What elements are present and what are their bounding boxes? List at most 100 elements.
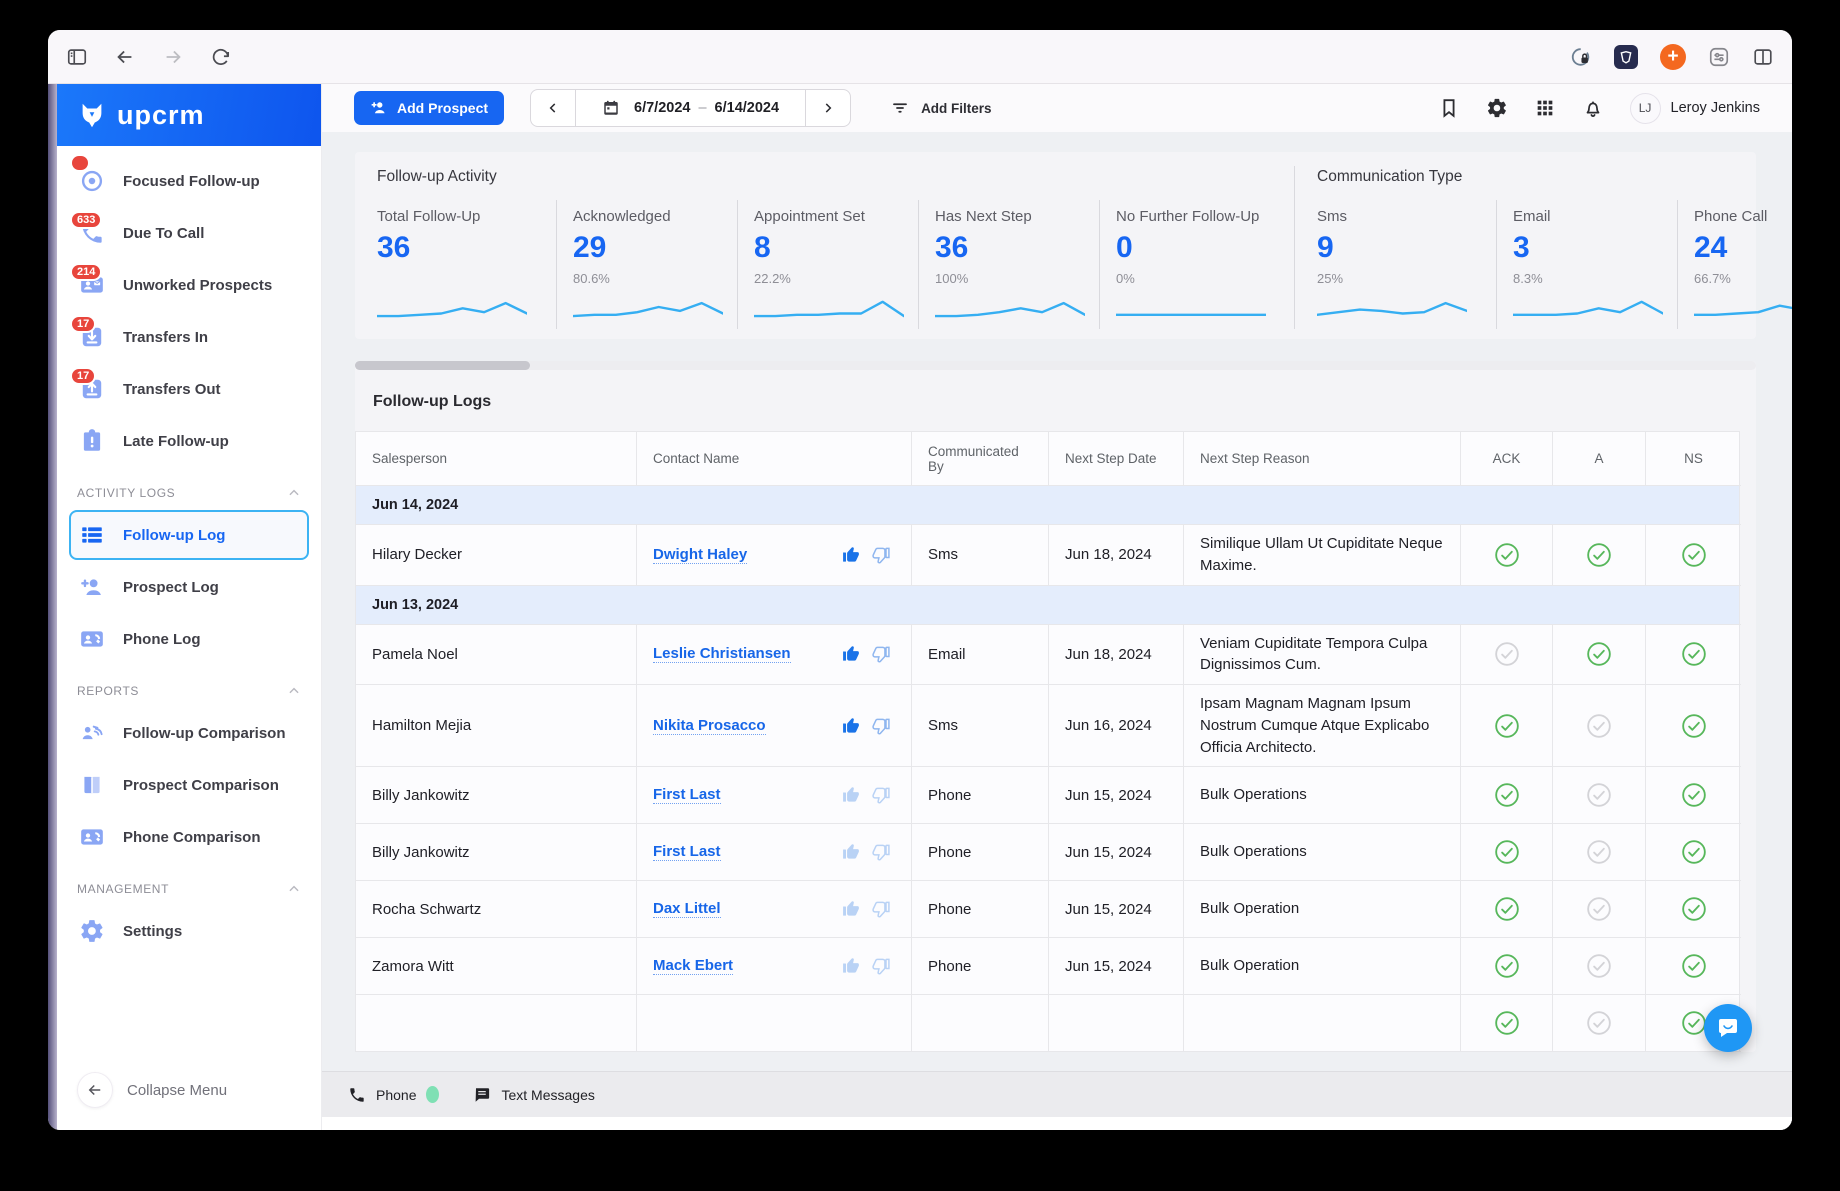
- sidebar-section-management[interactable]: MANAGEMENT: [67, 864, 311, 904]
- check-circle-green-icon: [1494, 542, 1520, 568]
- gear-icon[interactable]: [1486, 97, 1508, 119]
- user-menu[interactable]: LJ Leroy Jenkins: [1630, 93, 1760, 124]
- salesperson-cell: [356, 995, 637, 1052]
- stat-label: Phone Call: [1694, 208, 1792, 225]
- followup-logs-panel: Follow-up Logs SalespersonContact NameCo…: [355, 361, 1756, 1052]
- contact-link[interactable]: First Last: [653, 843, 721, 861]
- split-view-icon[interactable]: [1752, 46, 1774, 68]
- sidebar-item-settings[interactable]: Settings: [69, 906, 309, 956]
- thumb-down-icon[interactable]: [871, 956, 891, 976]
- thumb-up-icon[interactable]: [841, 785, 861, 805]
- thumb-up-icon[interactable]: [841, 545, 861, 565]
- sidebar-item-focused-follow-up[interactable]: Focused Follow-up: [69, 156, 309, 206]
- contact-link[interactable]: Mack Ebert: [653, 957, 733, 975]
- phone-tab[interactable]: Phone: [348, 1086, 439, 1104]
- horizontal-scrollbar-thumb[interactable]: [355, 361, 530, 370]
- reload-icon[interactable]: [210, 46, 232, 68]
- status-check-cell: [1646, 625, 1741, 686]
- status-check-cell: [1553, 938, 1646, 995]
- sidebar-item-transfers-out[interactable]: 17 Transfers Out: [69, 364, 309, 414]
- column-header-ns: NS: [1646, 432, 1741, 486]
- status-check-cell: [1461, 767, 1553, 824]
- app-logo[interactable]: upcrm: [57, 84, 321, 146]
- check-circle-green-icon: [1681, 782, 1707, 808]
- status-check-cell: [1553, 881, 1646, 938]
- thumb-down-icon[interactable]: [871, 644, 891, 664]
- communicated-by-cell: Phone: [912, 767, 1049, 824]
- stat-card-sms: Sms925%: [1315, 200, 1496, 329]
- chat-fab-button[interactable]: [1704, 1004, 1752, 1052]
- thumb-up-icon[interactable]: [841, 842, 861, 862]
- add-prospect-button[interactable]: Add Prospect: [354, 91, 504, 125]
- new-tab-plus-icon[interactable]: +: [1660, 44, 1686, 70]
- stat-value: 36: [377, 231, 542, 265]
- contact-link[interactable]: Dax Littel: [653, 900, 721, 918]
- status-check-cell: [1553, 525, 1646, 586]
- sidebar-item-label: Transfers Out: [123, 381, 221, 398]
- check-circle-green-icon: [1494, 896, 1520, 922]
- text-messages-tab[interactable]: Text Messages: [473, 1086, 594, 1104]
- thumb-down-icon[interactable]: [871, 785, 891, 805]
- apps-grid-icon[interactable]: [1534, 97, 1556, 119]
- next-date-button[interactable]: [806, 90, 850, 126]
- contact-phone-icon: [79, 824, 105, 850]
- stats-section-title: Communication Type: [1315, 166, 1792, 200]
- status-check-cell: [1646, 938, 1741, 995]
- privacy-icon[interactable]: [1570, 46, 1592, 68]
- sidebar-item-unworked-prospects[interactable]: 214Unworked Prospects: [69, 260, 309, 310]
- thumb-down-icon[interactable]: [871, 842, 891, 862]
- browser-window: + upcrm Focused Follow-up633Due To Call2…: [48, 30, 1792, 1130]
- sidebar-item-label: Due To Call: [123, 225, 204, 242]
- sparkline-chart: [377, 295, 542, 323]
- contact-cell: First Last: [637, 824, 912, 881]
- thumb-up-icon[interactable]: [841, 956, 861, 976]
- thumb-up-icon[interactable]: [841, 644, 861, 664]
- sidebar-item-prospect-comparison[interactable]: Prospect Comparison: [69, 760, 309, 810]
- extension-shield-icon[interactable]: [1614, 45, 1638, 69]
- stat-value: 36: [935, 231, 1085, 265]
- sidebar-section-reports[interactable]: REPORTS: [67, 666, 311, 706]
- thumb-down-icon[interactable]: [871, 716, 891, 736]
- prev-date-button[interactable]: [531, 90, 575, 126]
- stat-percent: 66.7%: [1694, 271, 1792, 287]
- sidebar-item-follow-up-log[interactable]: Follow-up Log: [69, 510, 309, 560]
- sidebar-item-late-follow-up[interactable]: Late Follow-up: [69, 416, 309, 466]
- sidebar-item-prospect-log[interactable]: Prospect Log: [69, 562, 309, 612]
- forward-icon[interactable]: [162, 46, 184, 68]
- sidebar-item-transfers-in[interactable]: 17Transfers In: [69, 312, 309, 362]
- extensions-settings-icon[interactable]: [1708, 46, 1730, 68]
- salesperson-cell: Pamela Noel: [356, 625, 637, 686]
- app-header: Add Prospect 6/7/2024 – 6/14/2024: [322, 84, 1792, 132]
- salesperson-cell: Hamilton Mejia: [356, 685, 637, 767]
- thumb-down-icon[interactable]: [871, 899, 891, 919]
- add-filters-button[interactable]: Add Filters: [891, 99, 992, 117]
- thumb-down-icon[interactable]: [871, 545, 891, 565]
- sidebar-item-label: Transfers In: [123, 329, 208, 346]
- communicated-by-cell: Phone: [912, 881, 1049, 938]
- add-prospect-label: Add Prospect: [397, 100, 488, 116]
- table-row: [356, 995, 1739, 1052]
- bell-icon[interactable]: [1582, 97, 1604, 119]
- sidebar-section-activity-logs[interactable]: ACTIVITY LOGS: [67, 468, 311, 508]
- sidebar-item-follow-up-comparison[interactable]: Follow-up Comparison: [69, 708, 309, 758]
- contact-link[interactable]: Nikita Prosacco: [653, 717, 766, 735]
- sidebar-item-phone-comparison[interactable]: Phone Comparison: [69, 812, 309, 862]
- thumb-up-icon[interactable]: [841, 716, 861, 736]
- sidebar-item-due-to-call[interactable]: 633Due To Call: [69, 208, 309, 258]
- stat-value: 24: [1694, 231, 1792, 265]
- contact-link[interactable]: First Last: [653, 786, 721, 804]
- status-check-cell: [1646, 881, 1741, 938]
- table-row: Hilary DeckerDwight HaleySmsJun 18, 2024…: [356, 525, 1739, 586]
- bookmark-icon[interactable]: [1438, 97, 1460, 119]
- column-header-communicated-by: Communicated By: [912, 432, 1049, 486]
- sidebar-item-phone-log[interactable]: Phone Log: [69, 614, 309, 664]
- date-range-display[interactable]: 6/7/2024 – 6/14/2024: [575, 90, 806, 126]
- window-edge-gutter: [48, 84, 57, 1130]
- sidebar-toggle-icon[interactable]: [66, 46, 88, 68]
- transfer-out-icon: 17: [79, 376, 105, 402]
- back-icon[interactable]: [114, 46, 136, 68]
- thumb-up-icon[interactable]: [841, 899, 861, 919]
- contact-link[interactable]: Leslie Christiansen: [653, 645, 791, 663]
- collapse-menu-button[interactable]: Collapse Menu: [57, 1056, 321, 1130]
- contact-link[interactable]: Dwight Haley: [653, 546, 747, 564]
